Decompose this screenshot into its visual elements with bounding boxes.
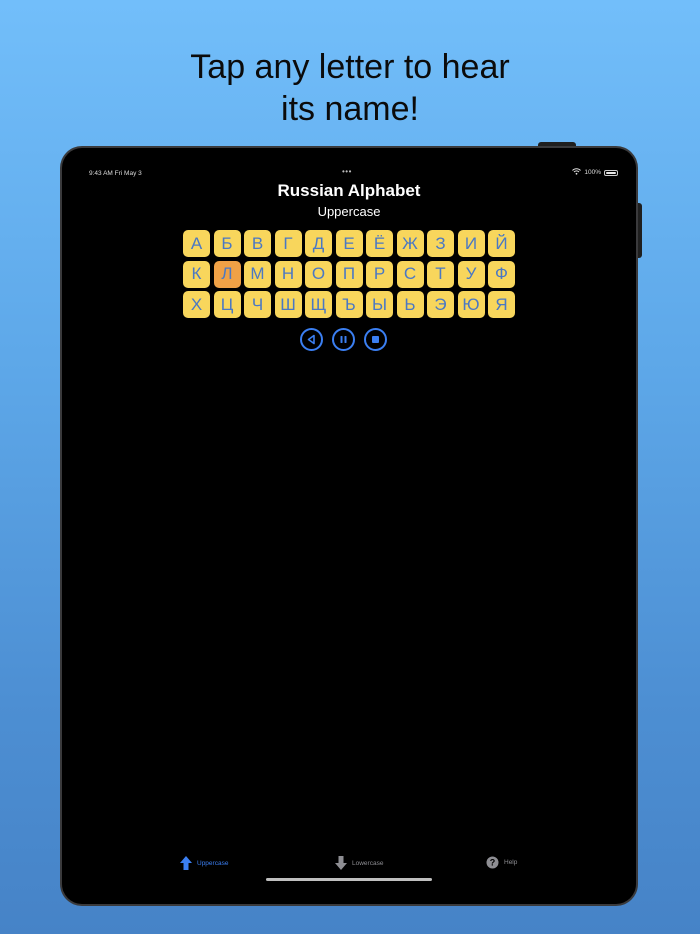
letter-key[interactable]: Б (213, 230, 241, 257)
letter-key[interactable]: У (457, 260, 485, 288)
home-indicator[interactable] (266, 878, 432, 881)
multitask-dots[interactable]: ••• (342, 167, 352, 176)
letter-key[interactable]: Ё (366, 230, 393, 257)
letter-key[interactable]: Ф (488, 260, 515, 288)
app-subtitle: Uppercase (317, 204, 381, 219)
letter-key[interactable]: С (396, 260, 424, 288)
letter-key[interactable]: Щ (305, 291, 332, 318)
battery-percent: 100% (584, 169, 601, 176)
letter-key[interactable]: Х (183, 291, 210, 318)
letter-grid: АБВГДЕЁЖЗИЙ КЛМНОПРСТУФ ХЦЧШЩЪЫЬЭЮЯ (183, 230, 515, 318)
letter-key[interactable]: Э (427, 291, 454, 318)
playback-controls (300, 328, 387, 351)
letter-key[interactable]: В (244, 230, 271, 257)
arrow-down-icon (335, 856, 347, 870)
letter-key[interactable]: К (183, 260, 210, 288)
play-reverse-icon (307, 334, 315, 345)
letter-key[interactable]: Я (488, 291, 515, 318)
tab-lowercase-label: Lowercase (352, 859, 384, 867)
letter-key[interactable]: М (244, 260, 271, 288)
promo-line-2: its name! (281, 90, 419, 128)
letter-key[interactable]: Д (305, 230, 332, 257)
play-reverse-button[interactable] (300, 328, 323, 351)
battery-icon (604, 169, 618, 176)
status-time-date: 9:43 AM Fri May 3 (89, 170, 142, 177)
letter-key[interactable]: И (457, 230, 485, 257)
arrow-up-icon (180, 856, 192, 870)
ipad-frame: 9:43 AM Fri May 3 ••• 100% Russian Alpha… (60, 146, 638, 906)
tab-help-label: Help (504, 859, 518, 866)
wifi-icon (572, 168, 582, 177)
pause-button[interactable] (332, 328, 355, 351)
stop-button[interactable] (364, 328, 387, 351)
promo-headline: Tap any letter to hear its name! (0, 46, 700, 130)
pause-icon (340, 336, 347, 343)
letter-key[interactable]: О (305, 260, 332, 288)
stop-icon (372, 336, 379, 343)
letter-key[interactable]: З (427, 230, 454, 257)
letter-key[interactable]: Ы (366, 291, 393, 318)
ipad-screen: 9:43 AM Fri May 3 ••• 100% Russian Alpha… (62, 148, 636, 904)
letter-key[interactable]: Р (366, 260, 393, 288)
letter-key[interactable]: Ъ (335, 291, 363, 318)
tab-bar: Uppercase Lowercase ? Help (62, 856, 636, 876)
tab-help[interactable]: ? Help (486, 856, 517, 869)
letter-key[interactable]: П (335, 260, 363, 288)
app-title: Russian Alphabet (277, 181, 421, 200)
letter-key[interactable]: Ш (274, 291, 302, 318)
letter-key[interactable]: А (183, 230, 210, 257)
promo-line-1: Tap any letter to hear (190, 48, 510, 86)
letter-key[interactable]: Е (335, 230, 363, 257)
letter-key[interactable]: Л (213, 260, 241, 288)
tab-uppercase-label: Uppercase (197, 859, 229, 867)
letter-key[interactable]: Ж (396, 230, 424, 257)
question-circle-icon: ? (486, 856, 499, 869)
letter-key[interactable]: Н (274, 260, 302, 288)
svg-text:?: ? (490, 858, 496, 868)
letter-key[interactable]: Ь (396, 291, 424, 318)
letter-key[interactable]: Ц (213, 291, 241, 318)
letter-key[interactable]: Ю (457, 291, 485, 318)
status-indicators: 100% (572, 168, 618, 177)
tab-uppercase[interactable]: Uppercase (180, 856, 228, 870)
letter-key[interactable]: Г (274, 230, 302, 257)
letter-key[interactable]: Ч (244, 291, 271, 318)
letter-key[interactable]: Т (427, 260, 454, 288)
tab-lowercase[interactable]: Lowercase (335, 856, 383, 870)
letter-key[interactable]: Й (488, 230, 515, 257)
